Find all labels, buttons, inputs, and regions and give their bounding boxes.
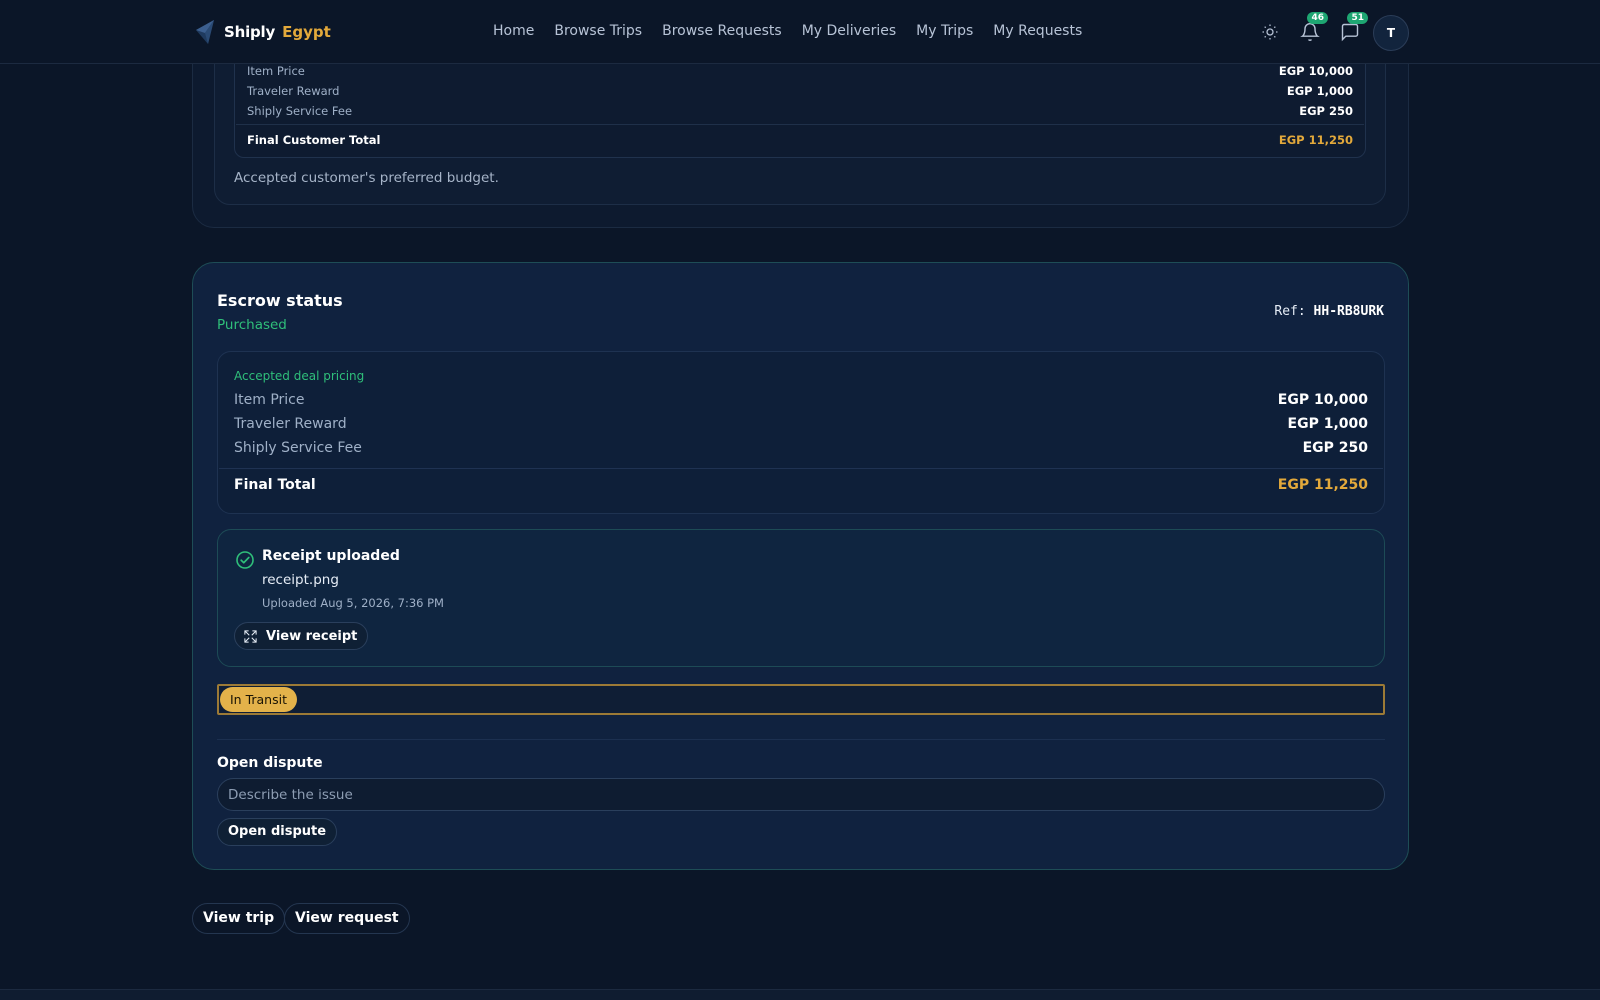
bell-icon bbox=[1300, 23, 1320, 42]
customer-pricing-table: Item Price EGP 10,000 Traveler Reward EG… bbox=[234, 52, 1366, 158]
receipt-upload-time: Uploaded Aug 5, 2026, 7:36 PM bbox=[262, 596, 444, 610]
deal-pricing-panel: Accepted deal pricing Item Price EGP 10,… bbox=[217, 351, 1385, 514]
nav-item-home[interactable]: Home bbox=[493, 23, 534, 39]
pricing-label: Shiply Service Fee bbox=[234, 440, 362, 456]
pricing-value: EGP 1,000 bbox=[1286, 84, 1353, 98]
view-request-button[interactable]: View request bbox=[284, 903, 410, 934]
section-divider bbox=[217, 739, 1385, 740]
escrow-status-card: Escrow status Purchased Ref: HH-RB8URK A… bbox=[192, 262, 1409, 870]
chat-icon bbox=[1341, 23, 1359, 42]
deal-pricing-row: Traveler Reward EGP 1,000 bbox=[234, 416, 1368, 432]
view-receipt-label: View receipt bbox=[266, 628, 358, 644]
notifications-count-badge: 46 bbox=[1307, 12, 1328, 24]
pricing-divider bbox=[219, 468, 1383, 469]
deal-pricing-row: Shiply Service Fee EGP 250 bbox=[234, 440, 1368, 456]
receipt-panel: Receipt uploaded receipt.png Uploaded Au… bbox=[217, 529, 1385, 667]
pricing-divider bbox=[236, 124, 1364, 125]
total-label: Final Total bbox=[234, 477, 316, 493]
theme-toggle-button[interactable] bbox=[1258, 20, 1282, 44]
deal-total-row: Final Total EGP 11,250 bbox=[234, 477, 1368, 493]
customer-pricing-row: Traveler Reward EGP 1,000 bbox=[247, 84, 1353, 98]
in-transit-status-badge: In Transit bbox=[220, 687, 297, 712]
escrow-title: Escrow status bbox=[217, 291, 343, 310]
receipt-title: Receipt uploaded bbox=[262, 548, 400, 564]
view-receipt-button[interactable]: View receipt bbox=[234, 622, 369, 650]
receipt-filename: receipt.png bbox=[262, 572, 339, 588]
sun-icon bbox=[1262, 24, 1278, 40]
total-value: EGP 11,250 bbox=[1277, 477, 1368, 493]
brand-logo-link[interactable]: Shiply Egypt bbox=[194, 18, 331, 46]
customer-total-row: Final Customer Total EGP 11,250 bbox=[247, 133, 1353, 147]
pricing-note: Accepted customer's preferred budget. bbox=[234, 170, 499, 186]
user-avatar-button[interactable]: T bbox=[1373, 15, 1409, 51]
messages-count-badge: 51 bbox=[1347, 12, 1368, 24]
main-nav: Home Browse Trips Browse Requests My Del… bbox=[493, 23, 1082, 39]
pricing-label: Traveler Reward bbox=[247, 84, 340, 98]
pricing-value: EGP 250 bbox=[1299, 104, 1353, 118]
nav-item-my-requests[interactable]: My Requests bbox=[993, 23, 1082, 39]
escrow-reference: Ref: HH-RB8URK bbox=[1274, 304, 1384, 319]
customer-pricing-row: Item Price EGP 10,000 bbox=[247, 64, 1353, 78]
messages-button[interactable]: 51 bbox=[1338, 12, 1368, 44]
pricing-label: Item Price bbox=[247, 64, 305, 78]
pricing-value: EGP 1,000 bbox=[1287, 416, 1368, 432]
open-dispute-heading: Open dispute bbox=[217, 755, 323, 771]
pricing-label: Shiply Service Fee bbox=[247, 104, 353, 118]
pricing-label: Item Price bbox=[234, 392, 305, 408]
dispute-description-input[interactable] bbox=[217, 778, 1385, 811]
nav-item-my-trips[interactable]: My Trips bbox=[916, 23, 973, 39]
view-trip-button[interactable]: View trip bbox=[192, 903, 286, 934]
brand-region: Egypt bbox=[282, 23, 331, 41]
ref-code: HH-RB8URK bbox=[1313, 304, 1384, 319]
nav-item-browse-requests[interactable]: Browse Requests bbox=[662, 23, 782, 39]
deal-pricing-row: Item Price EGP 10,000 bbox=[234, 392, 1368, 408]
expand-icon bbox=[244, 629, 257, 643]
deal-pricing-heading: Accepted deal pricing bbox=[234, 369, 365, 383]
notifications-button[interactable]: 46 bbox=[1298, 12, 1328, 44]
nav-item-browse-trips[interactable]: Browse Trips bbox=[554, 23, 642, 39]
brand-name: Shiply bbox=[224, 23, 276, 41]
pricing-value: EGP 10,000 bbox=[1278, 64, 1353, 78]
top-navigation-bar: Shiply Egypt Home Browse Trips Browse Re… bbox=[0, 0, 1600, 64]
total-value: EGP 11,250 bbox=[1278, 133, 1353, 147]
total-label: Final Customer Total bbox=[247, 133, 381, 147]
paper-plane-logo-icon bbox=[196, 20, 214, 44]
footer-edge bbox=[0, 989, 1600, 1000]
nav-item-my-deliveries[interactable]: My Deliveries bbox=[802, 23, 896, 39]
pricing-value: EGP 10,000 bbox=[1277, 392, 1368, 408]
pricing-label: Traveler Reward bbox=[234, 416, 347, 432]
check-circle-icon bbox=[236, 551, 254, 569]
escrow-status-value: Purchased bbox=[217, 317, 287, 333]
pricing-value: EGP 250 bbox=[1302, 440, 1368, 456]
open-dispute-button[interactable]: Open dispute bbox=[217, 818, 338, 846]
ref-label: Ref: bbox=[1274, 304, 1306, 319]
delivery-status-bar[interactable]: In Transit bbox=[217, 684, 1385, 715]
customer-pricing-row: Shiply Service Fee EGP 250 bbox=[247, 104, 1353, 118]
